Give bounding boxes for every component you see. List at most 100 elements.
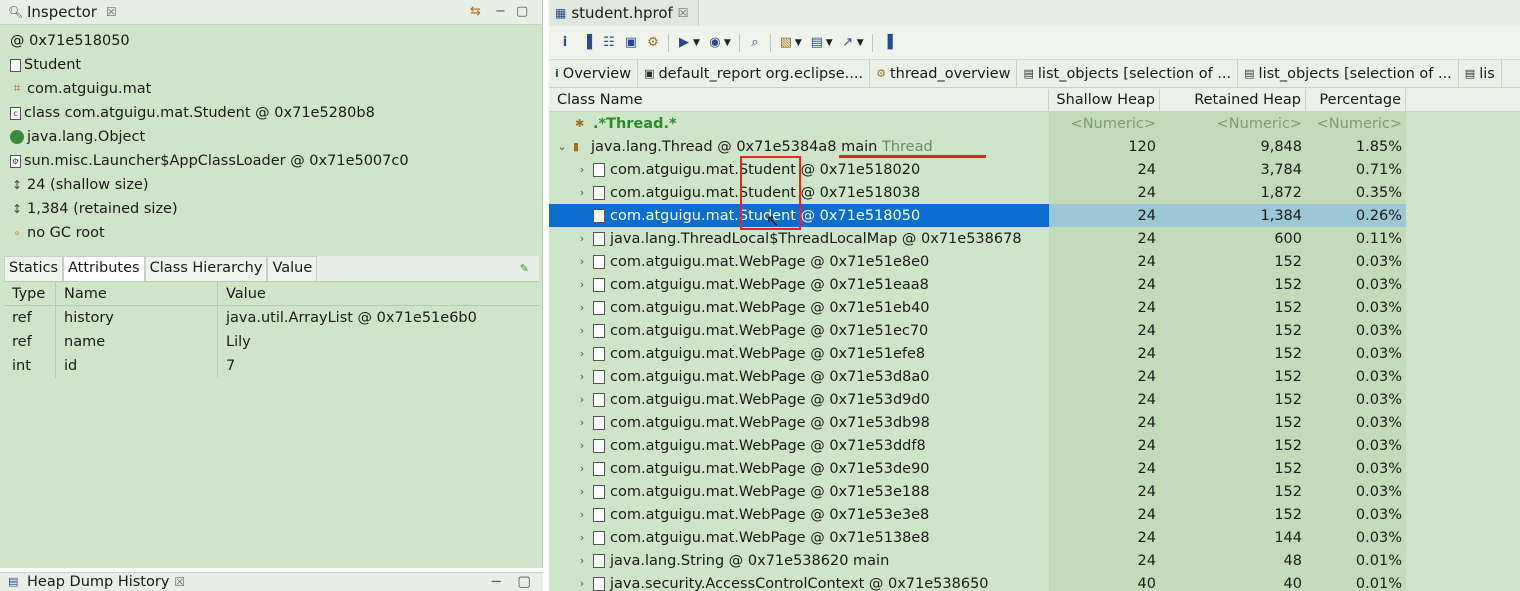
retained-cell: 152: [1160, 434, 1306, 457]
shallow-filter[interactable]: <Numeric>: [1049, 112, 1160, 135]
tab-list-objects-1[interactable]: ▤ list_objects [selection of ...: [1017, 60, 1239, 87]
col-type[interactable]: Type: [4, 282, 56, 305]
table-row[interactable]: › com.atguigu.mat.WebPage @ 0x71e51efe8 24…: [549, 342, 1520, 365]
minimize-icon[interactable]: −: [495, 4, 506, 19]
object-name: com.atguigu.mat.WebPage @ 0x71e53e3e8: [610, 506, 930, 523]
chevron-right-icon[interactable]: ›: [575, 301, 589, 314]
filter-row[interactable]: ✱ .*Thread.* <Numeric> <Numeric> <Numeri…: [549, 112, 1520, 135]
chevron-down-icon[interactable]: ▼: [724, 38, 731, 48]
table-row[interactable]: › com.atguigu.mat.WebPage @ 0x71e51ec70 24…: [549, 319, 1520, 342]
table-row[interactable]: › com.atguigu.mat.Student @ 0x71e518038 24…: [549, 181, 1520, 204]
chevron-right-icon[interactable]: ›: [575, 439, 589, 452]
chevron-down-icon[interactable]: ⌄: [555, 140, 569, 153]
col-percentage[interactable]: Percentage: [1306, 89, 1406, 111]
table-row[interactable]: › com.atguigu.mat.WebPage @ 0x71e53e3e8 24…: [549, 503, 1520, 526]
chevron-right-icon[interactable]: ›: [575, 255, 589, 268]
table-row[interactable]: › com.atguigu.mat.Student @ 0x71e518050 24…: [549, 204, 1520, 227]
calculate-retained-icon[interactable]: ▐: [881, 35, 895, 50]
histogram-icon[interactable]: ▐: [580, 35, 594, 50]
col-value[interactable]: Value: [218, 286, 539, 302]
close-icon[interactable]: ☒: [106, 5, 117, 19]
chevron-right-icon[interactable]: ›: [575, 485, 589, 498]
table-row[interactable]: › com.atguigu.mat.WebPage @ 0x71e51e8e0 24…: [549, 250, 1520, 273]
chevron-down-icon[interactable]: ▼: [826, 38, 833, 48]
table-row[interactable]: › java.security.AccessControlContext @ 0x…: [549, 572, 1520, 591]
tab-list-objects-2[interactable]: ▤ list_objects [selection of ...: [1238, 60, 1459, 87]
run-report-icon[interactable]: ▶: [677, 35, 691, 50]
overview-info-icon[interactable]: i: [558, 35, 572, 50]
chevron-right-icon[interactable]: ›: [575, 508, 589, 521]
percentage-cell: 0.03%: [1306, 342, 1406, 365]
chevron-right-icon[interactable]: ›: [575, 324, 589, 337]
maximize-icon[interactable]: ▢: [517, 574, 531, 590]
export-icon[interactable]: ↗: [841, 35, 855, 50]
tab-overview[interactable]: i Overview: [549, 60, 639, 87]
chevron-right-icon[interactable]: ›: [575, 462, 589, 475]
col-name[interactable]: Name: [56, 282, 218, 305]
table-row[interactable]: › com.atguigu.mat.WebPage @ 0x71e53d9d0 24…: [549, 388, 1520, 411]
table-row[interactable]: › com.atguigu.mat.WebPage @ 0x71e53d8a0 24…: [549, 365, 1520, 388]
query-browser-icon[interactable]: ◉: [708, 35, 722, 50]
table-row[interactable]: › com.atguigu.mat.Student @ 0x71e518020 24…: [549, 158, 1520, 181]
retained-size: ↕ 1,384 (retained size): [10, 197, 542, 221]
table-row[interactable]: ref name Lily: [4, 330, 539, 354]
link-editor-icon[interactable]: ⇆: [470, 4, 481, 19]
chevron-right-icon[interactable]: ›: [575, 347, 589, 360]
table-row[interactable]: › java.lang.ThreadLocal$ThreadLocalMap @ …: [549, 227, 1520, 250]
table-row[interactable]: ref history java.util.ArrayList @ 0x71e5…: [4, 306, 539, 330]
table-row[interactable]: › com.atguigu.mat.WebPage @ 0x71e5138e8 24…: [549, 526, 1520, 549]
table-row[interactable]: › com.atguigu.mat.WebPage @ 0x71e51eaa8 24…: [549, 273, 1520, 296]
tab-thread-overview[interactable]: ⚙ thread_overview: [870, 60, 1018, 87]
chevron-right-icon[interactable]: ›: [575, 163, 589, 176]
heap-dump-history-tab[interactable]: ▤ Heap Dump History ☒ − ▢: [0, 572, 543, 591]
thread-row[interactable]: ⌄ ▮ java.lang.Thread @ 0x71e5384a8 main …: [549, 135, 1520, 158]
maximize-icon[interactable]: ▢: [516, 4, 528, 19]
col-class-name[interactable]: Class Name: [549, 89, 1049, 111]
columns-icon[interactable]: ▤: [810, 35, 824, 50]
chevron-right-icon[interactable]: ›: [575, 531, 589, 544]
inspector-tab[interactable]: 🔍︎ Inspector ☒: [8, 3, 117, 21]
thread-overview-icon[interactable]: ⚙: [646, 35, 660, 50]
pin-icon[interactable]: ✎: [520, 262, 529, 275]
tab-list-objects-3[interactable]: ▤ lis: [1459, 60, 1502, 87]
table-row[interactable]: › com.atguigu.mat.WebPage @ 0x71e53e188 24…: [549, 480, 1520, 503]
table-row[interactable]: › com.atguigu.mat.WebPage @ 0x71e51eb40 24…: [549, 296, 1520, 319]
chevron-right-icon[interactable]: ›: [575, 186, 589, 199]
dominator-tree-icon[interactable]: ☷: [602, 35, 616, 50]
search-icon[interactable]: ⌕: [748, 35, 762, 50]
chevron-right-icon[interactable]: ›: [575, 370, 589, 383]
hprof-icon: ▦: [555, 6, 567, 20]
col-retained-heap[interactable]: Retained Heap: [1160, 89, 1306, 111]
percentage-filter[interactable]: <Numeric>: [1306, 112, 1406, 135]
tab-attributes[interactable]: Attributes: [63, 256, 145, 281]
chevron-right-icon[interactable]: ›: [575, 393, 589, 406]
chevron-right-icon[interactable]: ›: [575, 416, 589, 429]
table-row[interactable]: › com.atguigu.mat.WebPage @ 0x71e53ddf8 24…: [549, 434, 1520, 457]
tab-value[interactable]: Value: [267, 256, 318, 281]
chevron-right-icon[interactable]: ›: [575, 577, 589, 590]
table-row[interactable]: › com.atguigu.mat.WebPage @ 0x71e53db98 24…: [549, 411, 1520, 434]
close-icon[interactable]: ☒: [678, 6, 689, 20]
tab-statics[interactable]: Statics: [4, 256, 64, 281]
chevron-right-icon[interactable]: ›: [575, 278, 589, 291]
minimize-icon[interactable]: −: [490, 574, 502, 590]
chevron-right-icon[interactable]: ›: [575, 209, 589, 222]
percentage-cell: 0.03%: [1306, 457, 1406, 480]
close-icon[interactable]: ☒: [174, 575, 185, 589]
chevron-right-icon[interactable]: ›: [575, 232, 589, 245]
editor-tab[interactable]: ▦ student.hprof ☒: [549, 0, 699, 26]
chevron-down-icon[interactable]: ▼: [857, 38, 864, 48]
group-by-icon[interactable]: ▧: [779, 35, 793, 50]
name-filter[interactable]: ✱ .*Thread.*: [549, 112, 1049, 135]
table-row[interactable]: › com.atguigu.mat.WebPage @ 0x71e53de90 24…: [549, 457, 1520, 480]
chevron-down-icon[interactable]: ▼: [795, 38, 802, 48]
table-row[interactable]: int id 7: [4, 354, 539, 378]
chevron-right-icon[interactable]: ›: [575, 554, 589, 567]
table-row[interactable]: › java.lang.String @ 0x71e538620 main 24 48…: [549, 549, 1520, 572]
tab-class-hierarchy[interactable]: Class Hierarchy: [144, 256, 268, 281]
chevron-down-icon[interactable]: ▼: [693, 38, 700, 48]
retained-filter[interactable]: <Numeric>: [1160, 112, 1306, 135]
oql-icon[interactable]: ▣: [624, 35, 638, 50]
tab-default-report[interactable]: ▣ default_report org.eclipse....: [638, 60, 871, 87]
col-shallow-heap[interactable]: Shallow Heap: [1049, 89, 1160, 111]
